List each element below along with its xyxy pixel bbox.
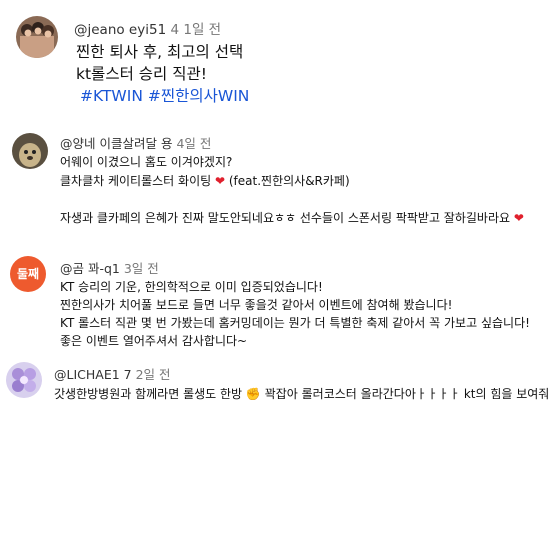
heart-icon: ❤ — [214, 174, 226, 188]
avatar[interactable] — [12, 133, 48, 169]
comment-author[interactable]: @곰 꽈-q1 3일 전 — [60, 258, 159, 277]
comment-text-line: KT 승리의 기운, 한의학적으로 이미 입증되었습니다! — [60, 280, 323, 294]
comment-time[interactable]: 4 1일 전 — [170, 22, 221, 38]
comment-text-fragment: 자생과 클카페의 은혜가 진짜 말도안되네요ㅎㅎ 선수들이 스폰서링 팍팍받고 … — [60, 211, 511, 225]
group-photo-avatar-icon — [16, 16, 58, 58]
avatar[interactable]: 둘째 — [10, 256, 46, 292]
comment-text-line: 자생과 클카페의 은혜가 진짜 말도안되네요ㅎㅎ 선수들이 스폰서링 팍팍받고 … — [60, 209, 524, 226]
comment-text-line: 갓생한방병원과 함께라면 롤생도 한방 ✊ 꽉잡아 롤러코스터 올라간다아ㅏㅏㅏ… — [54, 385, 549, 402]
comment-time[interactable]: 2일 전 — [136, 367, 171, 382]
comment-time[interactable]: 3일 전 — [124, 261, 159, 276]
comment-text-line: 어웨이 이겼으니 홈도 이겨야겠지? — [60, 155, 233, 169]
comment-text-line: 좋은 이벤트 열어주셔서 감사합니다~ — [60, 334, 248, 348]
comment-time[interactable]: 4일 전 — [176, 136, 211, 151]
comment-2: @양네 이클살려달 용 4일 전 어웨이 이겼으니 홈도 이겨야겠지? 클차클차… — [0, 125, 560, 235]
avatar[interactable] — [16, 16, 58, 58]
heart-icon: ❤ — [513, 211, 524, 225]
comment-text-fragment: 클차클차 케이티롤스터 화이팅 — [60, 174, 212, 188]
comment-text-line: KT 롤스터 직관 몇 번 가봤는데 홈커밍데이는 뭔가 더 특별한 축제 같아… — [60, 316, 530, 330]
comment-text-line: 찐한의사가 치어풀 보드로 들면 너무 좋을것 같아서 이벤트에 참여해 봤습니… — [60, 298, 453, 312]
fist-icon: ✊ — [245, 387, 261, 401]
comment-author[interactable]: @LICHAE1 7 2일 전 — [54, 364, 171, 383]
comment-3: 둘째 @곰 꽈-q1 3일 전 KT 승리의 기운, 한의학적으로 이미 입증되… — [0, 252, 560, 352]
author-handle[interactable]: @양네 이클살려달 용 — [60, 136, 172, 151]
comment-4: @LICHAE1 7 2일 전 갓생한방병원과 함께라면 롤생도 한방 ✊ 꽉잡… — [0, 358, 560, 438]
avatar[interactable] — [6, 362, 42, 398]
author-handle[interactable]: @LICHAE1 7 — [54, 367, 132, 382]
avatar-text: 둘째 — [16, 267, 40, 281]
comment-author[interactable]: @양네 이클살려달 용 4일 전 — [60, 133, 211, 152]
comment-text-fragment: (feat.찐한의사&R카페) — [228, 174, 350, 188]
comment-1: @jeano eyi51 4 1일 전 찐한 퇴사 후, 최고의 선택 kt롤스… — [0, 0, 560, 120]
comment-text-line: 클차클차 케이티롤스터 화이팅 ❤ (feat.찐한의사&R카페) — [60, 172, 350, 189]
flower-photo-avatar-icon — [6, 362, 42, 398]
author-handle[interactable]: @곰 꽈-q1 — [60, 261, 120, 276]
comment-text-line: kt롤스터 승리 직관! — [76, 65, 207, 83]
pet-photo-avatar-icon — [12, 133, 48, 169]
comment-text-fragment: 갓생한방병원과 함께라면 롤생도 한방 — [54, 387, 243, 401]
author-handle[interactable]: @jeano eyi51 — [74, 22, 166, 38]
comment-text-fragment: 꽉잡아 롤러코스터 올라간다아ㅏㅏㅏㅏ kt의 힘을 보여줘 — [264, 387, 550, 401]
comment-text-line: 찐한 퇴사 후, 최고의 선택 — [76, 43, 244, 61]
comment-hashtags[interactable]: #KTWIN #찐한의사WIN — [80, 84, 249, 106]
comment-author[interactable]: @jeano eyi51 4 1일 전 — [74, 18, 221, 38]
